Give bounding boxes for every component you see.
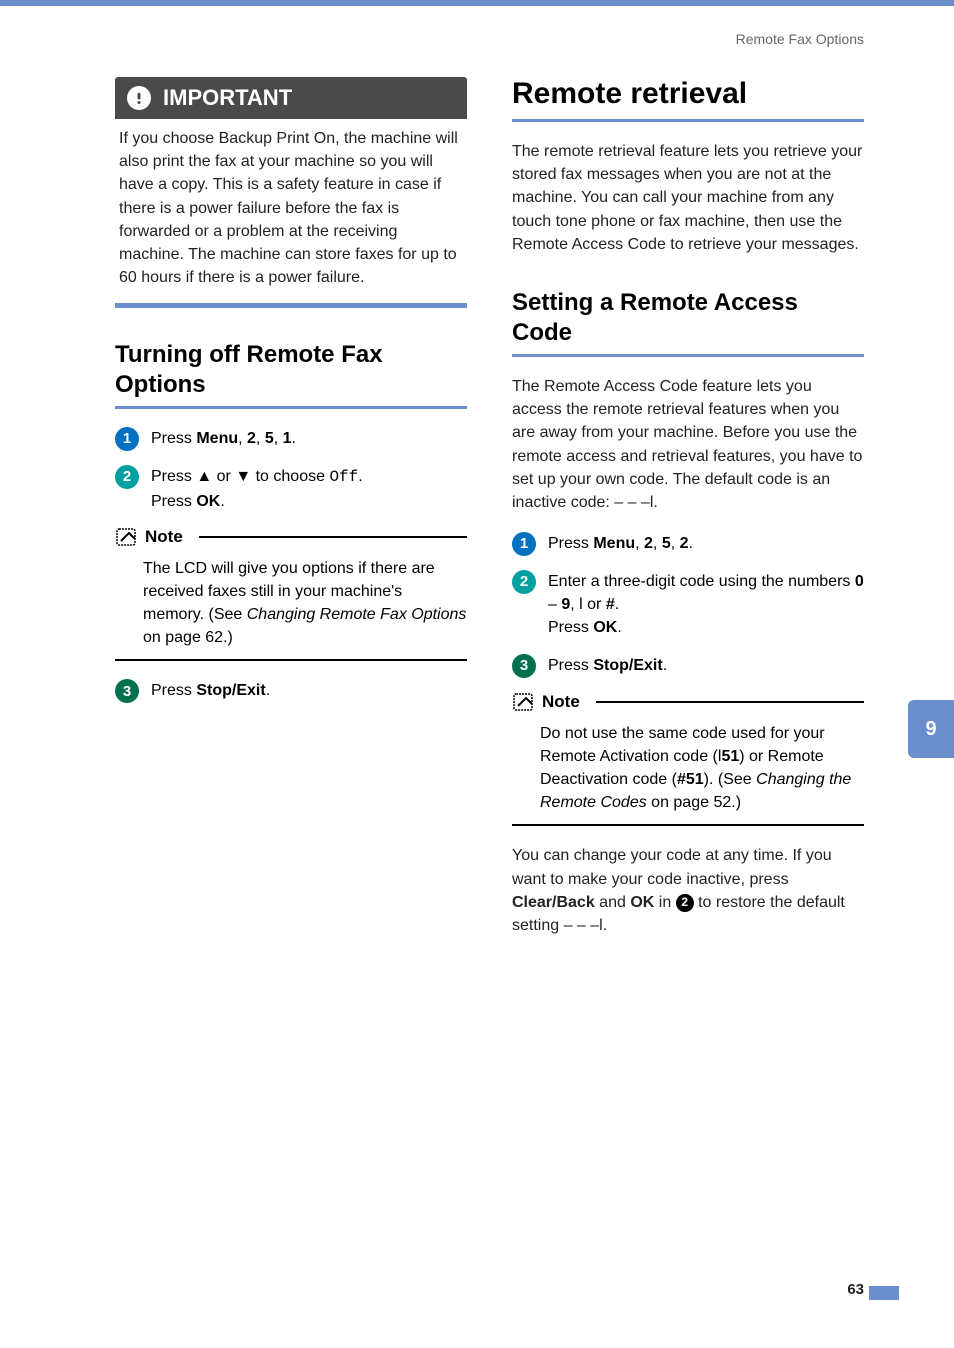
off-value: Off <box>329 468 358 486</box>
hash-key: # <box>606 596 615 613</box>
text: Press <box>548 535 593 552</box>
left-step-3: 3 Press Stop/Exit. <box>115 679 467 703</box>
step-badge-1: 1 <box>115 427 139 451</box>
step-badge-3: 3 <box>512 654 536 678</box>
page-number: 63 <box>847 1281 864 1298</box>
text: . <box>689 535 693 552</box>
text: . <box>617 619 621 636</box>
text: Press <box>151 468 196 485</box>
important-body: If you choose Backup Print On, the machi… <box>115 119 467 308</box>
text: . <box>266 682 270 699</box>
text: Press <box>151 493 196 510</box>
code-paragraph: The Remote Access Code feature lets you … <box>512 375 864 514</box>
menu-key: Menu <box>196 430 238 447</box>
setting-code-heading: Setting a Remote Access Code <box>512 288 864 348</box>
note-label: Note <box>542 692 580 712</box>
change-code-paragraph: You can change your code at any time. If… <box>512 844 864 937</box>
key-2b: 2 <box>680 535 689 552</box>
text: ). (See <box>704 771 756 788</box>
down-arrow-icon: ▼ <box>235 468 251 485</box>
clear-back-key: Clear/Back <box>512 894 595 911</box>
text: Press <box>151 430 196 447</box>
section-header: Remote Fax Options <box>0 6 954 47</box>
up-arrow-icon: ▲ <box>196 468 212 485</box>
stop-exit-key: Stop/Exit <box>196 682 265 699</box>
text: or <box>583 596 606 613</box>
step-ref-2-icon: 2 <box>676 894 694 912</box>
note-icon <box>512 692 536 712</box>
text: . <box>358 468 362 485</box>
text: , <box>671 535 680 552</box>
note-rule <box>199 536 467 538</box>
remote-retrieval-heading: Remote retrieval <box>512 77 864 111</box>
key-9: 9 <box>561 596 570 613</box>
text: . <box>220 493 224 510</box>
cross-ref: Changing Remote Fax Options <box>247 606 467 623</box>
step-badge-3: 3 <box>115 679 139 703</box>
right-step-2: 2 Enter a three-digit code using the num… <box>512 570 864 640</box>
right-note-body: Do not use the same code used for your R… <box>512 718 864 827</box>
text: – <box>548 596 561 613</box>
text: , <box>256 430 265 447</box>
right-step-1: 1 Press Menu, 2, 5, 2. <box>512 532 864 556</box>
heading-underline <box>115 406 467 409</box>
page-accent-bar <box>869 1286 899 1300</box>
text: on page 62.) <box>143 629 233 646</box>
chapter-tab: 9 <box>908 700 954 758</box>
text: Press <box>151 682 196 699</box>
text: Enter a three-digit code using the numbe… <box>548 573 855 590</box>
left-column: IMPORTANT If you choose Backup Print On,… <box>115 77 467 955</box>
text: , <box>274 430 283 447</box>
text: in <box>654 894 675 911</box>
important-icon <box>127 86 151 110</box>
left-step-1: 1 Press Menu, 2, 5, 1. <box>115 427 467 451</box>
deactivation-code: #51 <box>677 771 704 788</box>
text: to choose <box>251 468 329 485</box>
key-5: 5 <box>662 535 671 552</box>
note-label: Note <box>145 527 183 547</box>
key-5: 5 <box>265 430 274 447</box>
left-step-2: 2 Press ▲ or ▼ to choose Off. Press OK. <box>115 465 467 512</box>
activation-code: 51 <box>721 748 739 765</box>
heading-underline <box>512 354 864 357</box>
key-0: 0 <box>855 573 864 590</box>
text: , <box>570 596 579 613</box>
turning-off-heading: Turning off Remote Fax Options <box>115 340 467 400</box>
stop-exit-key: Stop/Exit <box>593 657 662 674</box>
text: , <box>635 535 644 552</box>
key-1: 1 <box>283 430 292 447</box>
step-badge-2: 2 <box>115 465 139 489</box>
important-label: IMPORTANT <box>163 85 292 111</box>
step-badge-2: 2 <box>512 570 536 594</box>
menu-key: Menu <box>593 535 635 552</box>
right-column: Remote retrieval The remote retrieval fe… <box>512 77 864 955</box>
important-header: IMPORTANT <box>115 77 467 119</box>
text: . <box>292 430 296 447</box>
intro-paragraph: The remote retrieval feature lets you re… <box>512 140 864 256</box>
text: . <box>663 657 667 674</box>
ok-key: OK <box>196 493 220 510</box>
text: or <box>212 468 235 485</box>
heading-underline <box>512 119 864 122</box>
text: You can change your code at any time. If… <box>512 847 832 887</box>
text: Press <box>548 657 593 674</box>
key-2: 2 <box>247 430 256 447</box>
ok-key: OK <box>630 894 654 911</box>
key-2: 2 <box>644 535 653 552</box>
main-content: IMPORTANT If you choose Backup Print On,… <box>0 47 954 955</box>
right-step-3: 3 Press Stop/Exit. <box>512 654 864 678</box>
left-note-body: The LCD will give you options if there a… <box>115 553 467 662</box>
note-rule <box>596 701 864 703</box>
text: on page 52.) <box>647 794 741 811</box>
text: . <box>615 596 619 613</box>
text: and <box>595 894 631 911</box>
ok-key: OK <box>593 619 617 636</box>
left-note-header: Note <box>115 527 467 547</box>
step-badge-1: 1 <box>512 532 536 556</box>
text: , <box>653 535 662 552</box>
text: , <box>238 430 247 447</box>
text: Press <box>548 619 593 636</box>
right-note-header: Note <box>512 692 864 712</box>
note-icon <box>115 527 139 547</box>
